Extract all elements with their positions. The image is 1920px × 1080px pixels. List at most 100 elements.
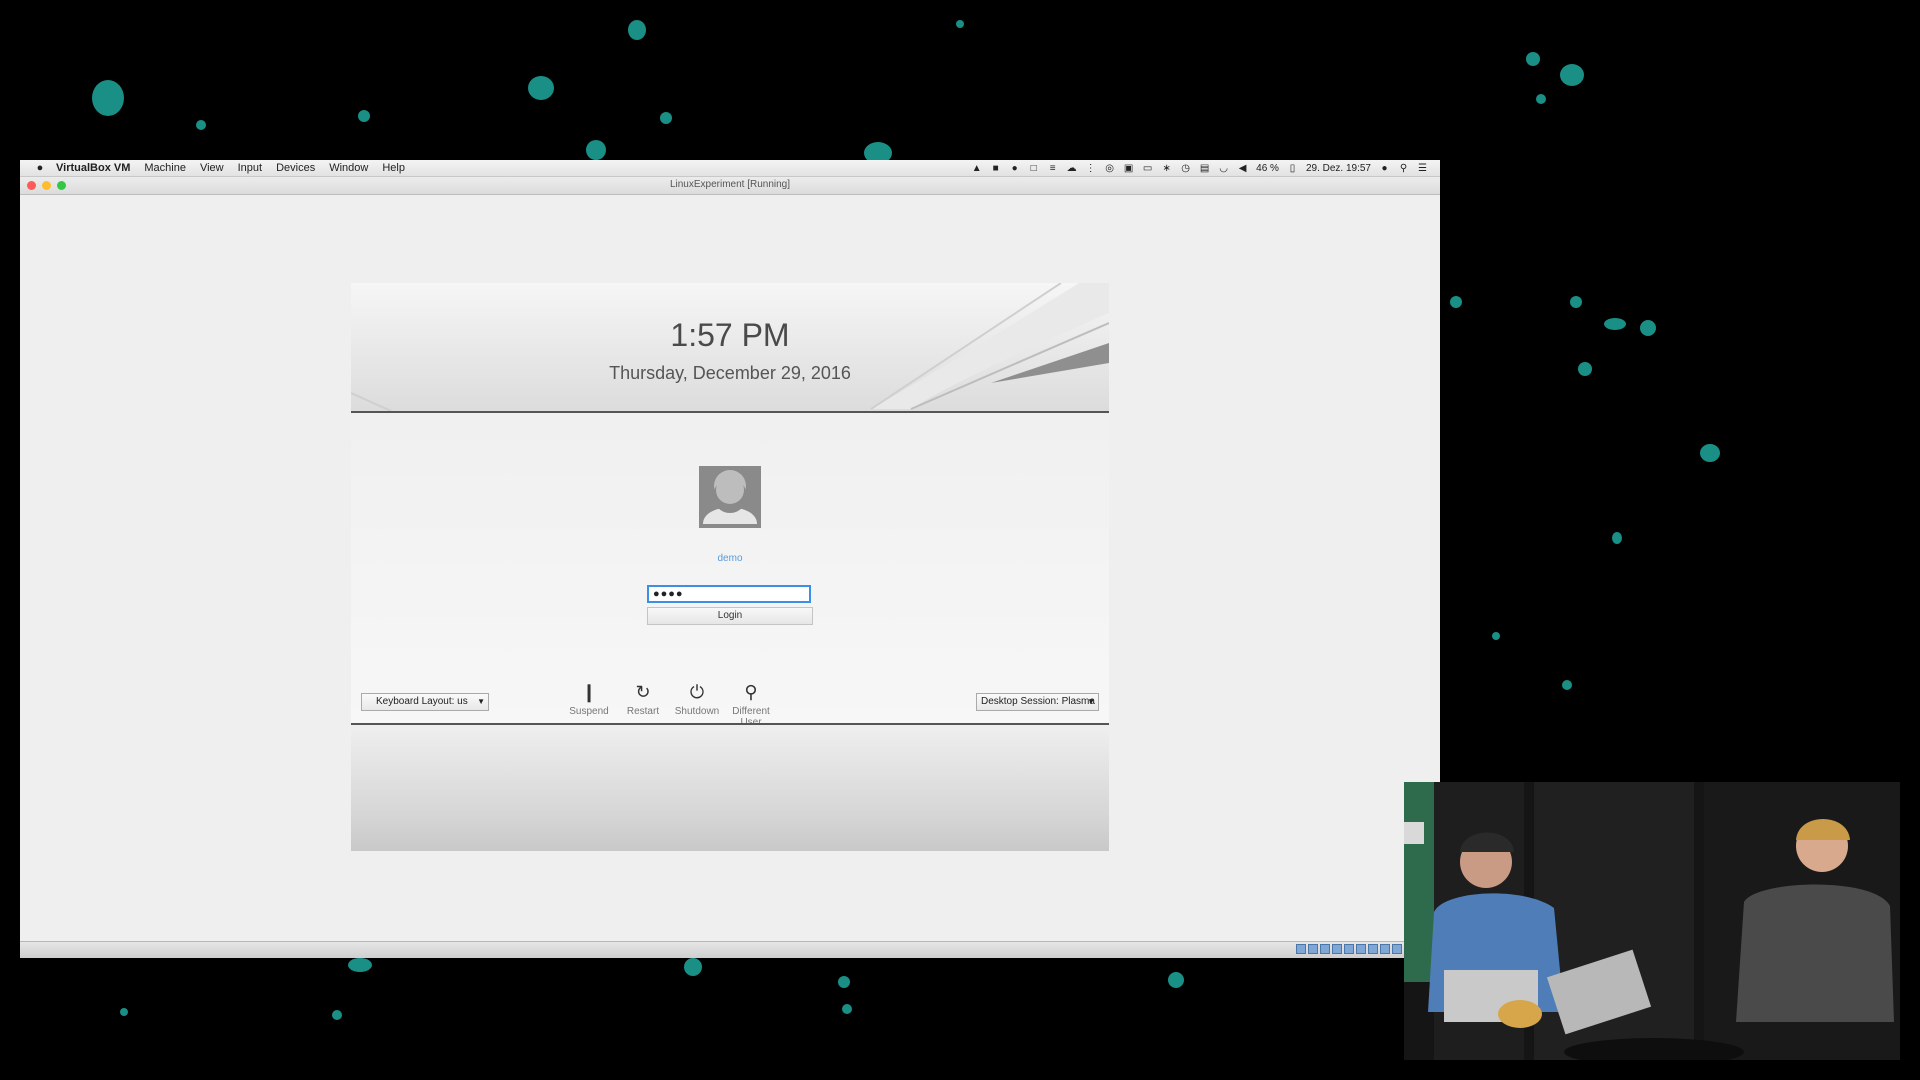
harddisk-icon[interactable] xyxy=(1295,944,1306,954)
bg-dot xyxy=(1640,320,1656,336)
user-avatar[interactable] xyxy=(699,466,761,528)
bg-dot xyxy=(1450,296,1462,308)
volume-icon[interactable]: ◀ xyxy=(1237,163,1248,174)
window-titlebar[interactable]: LinuxExperiment [Running] xyxy=(20,177,1440,195)
webcam-scene xyxy=(1404,782,1900,1060)
apple-icon[interactable]: ● xyxy=(32,162,48,174)
login-screen: 1:57 PM Thursday, December 29, 2016 demo… xyxy=(351,283,1109,851)
bg-dot xyxy=(1526,52,1540,66)
bg-dot xyxy=(1570,296,1582,308)
power-icon: ⏻ xyxy=(689,682,705,702)
display-icon[interactable] xyxy=(1367,944,1378,954)
bg-dot xyxy=(1604,318,1626,330)
menu-devices[interactable]: Devices xyxy=(276,162,315,174)
menu-window[interactable]: Window xyxy=(329,162,368,174)
login-date: Thursday, December 29, 2016 xyxy=(609,363,851,383)
bg-dot xyxy=(1700,444,1720,462)
video-capture-icon[interactable] xyxy=(1379,944,1390,954)
bg-dot xyxy=(956,20,964,28)
bg-dot xyxy=(1168,972,1184,988)
chat-icon[interactable]: ▣ xyxy=(1123,163,1134,174)
bg-dot xyxy=(92,80,124,116)
notification-center-icon[interactable]: ☰ xyxy=(1417,163,1428,174)
bg-dot xyxy=(332,1010,342,1020)
suspend-label: Suspend xyxy=(569,706,609,717)
bg-dot xyxy=(586,140,606,160)
user-avatar-icon xyxy=(699,466,761,528)
desktop-session-value: Desktop Session: Plasma xyxy=(981,696,1095,707)
menubar-clock[interactable]: 29. Dez. 19:57 xyxy=(1306,163,1371,174)
login-body xyxy=(351,413,1109,723)
search-icon: ⚲ xyxy=(744,682,758,702)
bg-dot xyxy=(838,976,850,988)
bg-dot xyxy=(196,120,206,130)
bg-dot xyxy=(1612,532,1622,544)
password-field[interactable]: ●●●● xyxy=(647,585,811,603)
usb-icon[interactable] xyxy=(1343,944,1354,954)
keyboard-layout-value: Keyboard Layout: us xyxy=(376,696,468,707)
login-footer xyxy=(351,723,1109,851)
bookmark-icon[interactable]: ■ xyxy=(990,163,1001,174)
bg-dot xyxy=(358,110,370,122)
bg-dot xyxy=(1492,632,1500,640)
shutdown-button[interactable]: ⏻ Shutdown xyxy=(667,681,727,717)
login-button[interactable]: Login xyxy=(647,607,813,625)
airplay-icon[interactable]: ▭ xyxy=(1142,163,1153,174)
menubar-status-area: ▲ ■ ● □ ≡ ☁ ⋮ ◎ ▣ ▭ ∗ ◷ ▤ ◡ ◀ 46 % ▯ 29.… xyxy=(971,163,1440,174)
menu-view[interactable]: View xyxy=(200,162,224,174)
host-menubar: ● VirtualBox VM Machine View Input Devic… xyxy=(20,160,1440,177)
bg-dot xyxy=(1578,362,1592,376)
bg-dot xyxy=(1562,680,1572,690)
compass-icon[interactable]: ◎ xyxy=(1104,163,1115,174)
keyboard-layout-select[interactable]: Keyboard Layout: us ▼ xyxy=(361,693,489,711)
menu-input[interactable]: Input xyxy=(238,162,262,174)
audio-icon[interactable] xyxy=(1319,944,1330,954)
bg-dot xyxy=(660,112,672,124)
suspend-icon: ❙ xyxy=(581,682,597,702)
restart-label: Restart xyxy=(626,706,660,717)
window-title: LinuxExperiment [Running] xyxy=(669,179,791,190)
vm-statusbar: Le xyxy=(20,941,1440,958)
docker-icon[interactable]: ▲ xyxy=(971,163,982,174)
bg-dot xyxy=(628,20,646,40)
keyboard-icon[interactable]: ▤ xyxy=(1199,163,1210,174)
optical-drive-icon[interactable] xyxy=(1307,944,1318,954)
bluetooth-icon[interactable]: ∗ xyxy=(1161,163,1172,174)
menu-help[interactable]: Help xyxy=(382,162,405,174)
leaf-icon[interactable]: ● xyxy=(1009,163,1020,174)
menu-app-name[interactable]: VirtualBox VM xyxy=(56,162,130,174)
wifi-icon[interactable]: ◡ xyxy=(1218,163,1229,174)
restart-button[interactable]: ↻ Restart xyxy=(613,681,673,717)
cloud-icon[interactable]: ☁ xyxy=(1066,163,1077,174)
bg-dot xyxy=(842,1004,852,1014)
bg-dot xyxy=(120,1008,128,1016)
bg-dot xyxy=(684,958,702,976)
different-user-button[interactable]: ⚲ Different User xyxy=(721,681,781,728)
desktop-session-select[interactable]: Desktop Session: Plasma ▼ xyxy=(976,693,1099,711)
suspend-button[interactable]: ❙ Suspend xyxy=(559,681,619,717)
battery-percent[interactable]: 46 % xyxy=(1256,163,1279,174)
login-clock: 1:57 PM xyxy=(670,317,790,353)
chevron-down-icon: ▼ xyxy=(1087,697,1095,706)
cpu-icon[interactable] xyxy=(1391,944,1402,954)
bg-dot xyxy=(1536,94,1546,104)
shutdown-label: Shutdown xyxy=(674,706,720,717)
bg-dot xyxy=(1560,64,1584,86)
bg-dot xyxy=(528,76,554,100)
network-icon[interactable] xyxy=(1331,944,1342,954)
restart-icon: ↻ xyxy=(635,682,651,702)
lock-icon[interactable]: □ xyxy=(1028,163,1039,174)
username-label[interactable]: demo xyxy=(351,553,1109,564)
divider-icon: ⋮ xyxy=(1085,162,1096,174)
menu-machine[interactable]: Machine xyxy=(144,162,186,174)
webcam-overlay xyxy=(1404,782,1900,1060)
chevron-down-icon: ▼ xyxy=(477,697,485,706)
battery-icon[interactable]: ▯ xyxy=(1287,163,1298,174)
bg-dot xyxy=(348,958,372,972)
login-header: 1:57 PM Thursday, December 29, 2016 xyxy=(351,283,1109,413)
bolt-icon[interactable]: ≡ xyxy=(1047,163,1058,174)
user-icon[interactable]: ● xyxy=(1379,163,1390,174)
time-machine-icon[interactable]: ◷ xyxy=(1180,163,1191,174)
spotlight-icon[interactable]: ⚲ xyxy=(1398,163,1409,174)
shared-folder-icon[interactable] xyxy=(1355,944,1366,954)
